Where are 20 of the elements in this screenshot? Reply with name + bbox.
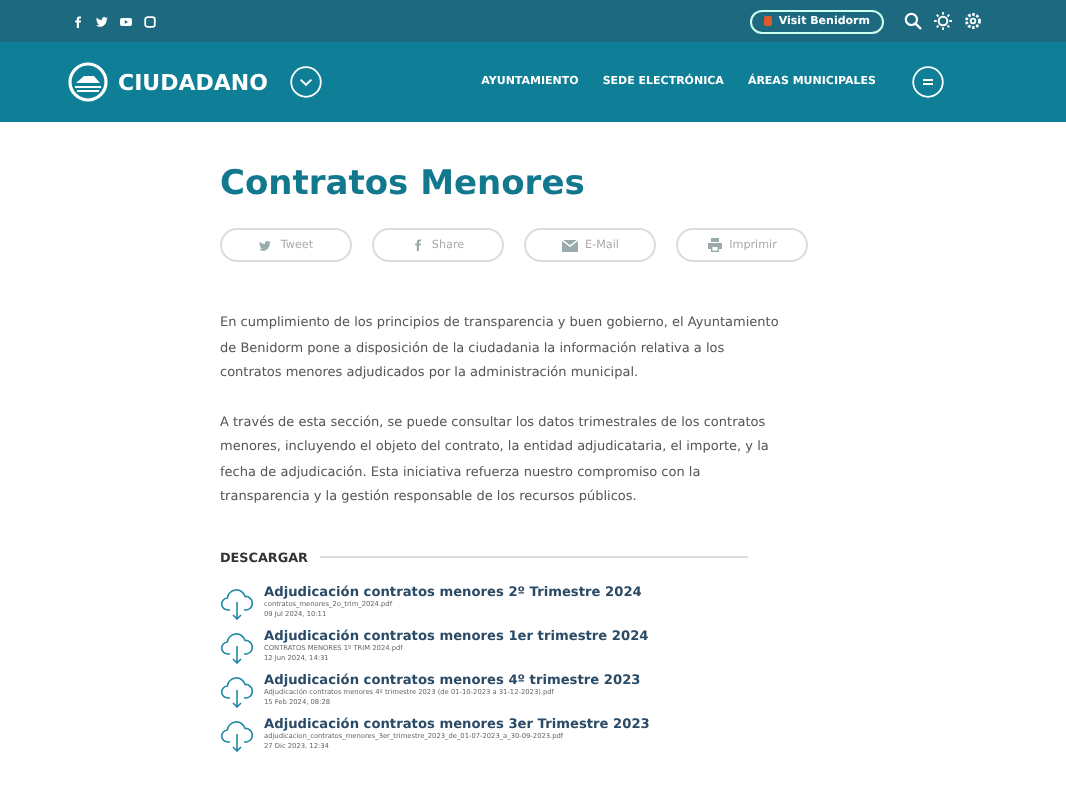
search-icon[interactable] <box>904 12 922 30</box>
twitter-icon[interactable] <box>96 15 108 27</box>
cloud-download-icon[interactable] <box>220 717 254 751</box>
sun-icon[interactable] <box>934 12 952 30</box>
menu-icon[interactable] <box>912 66 944 98</box>
logo-text[interactable]: CIUDADANO <box>118 69 268 95</box>
printer-icon <box>707 238 722 252</box>
bird-icon <box>258 239 273 251</box>
mail-icon <box>561 239 578 251</box>
video-icon[interactable] <box>120 15 132 27</box>
facebook-icon[interactable] <box>72 15 84 27</box>
page-title: Contratos Menores <box>220 164 587 204</box>
facebook-icon <box>411 238 424 252</box>
cloud-download-icon[interactable] <box>220 629 254 663</box>
settings-icon[interactable] <box>964 12 982 30</box>
cloud-download-icon[interactable] <box>220 585 254 619</box>
logo-icon[interactable] <box>68 62 108 102</box>
cloud-download-icon[interactable] <box>220 673 254 707</box>
camera-icon[interactable] <box>144 15 156 27</box>
chevron-down-icon[interactable] <box>289 66 322 98</box>
